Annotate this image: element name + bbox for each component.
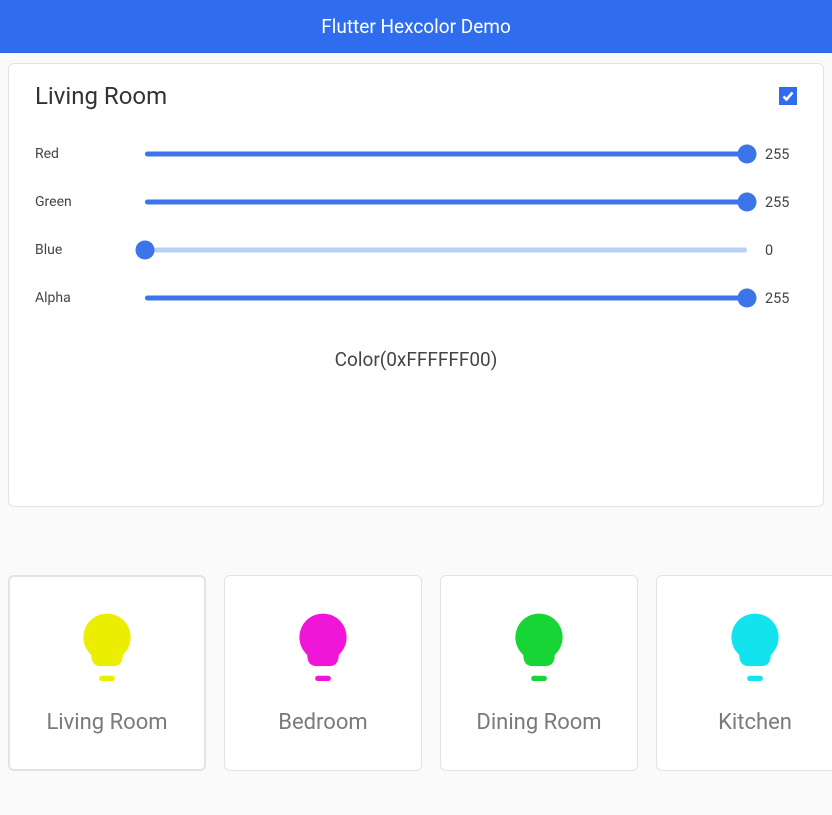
room-title: Living Room — [35, 82, 167, 110]
slider-blue[interactable] — [145, 238, 747, 262]
slider-label: Red — [35, 146, 145, 162]
app-bar: Flutter Hexcolor Demo — [0, 0, 832, 53]
room-card-living-room[interactable]: Living Room — [8, 575, 206, 771]
lightbulb-icon — [295, 611, 351, 688]
check-icon — [781, 89, 795, 103]
slider-thumb[interactable] — [738, 289, 757, 308]
lightbulb-icon — [79, 611, 135, 688]
slider-green[interactable] — [145, 190, 747, 214]
slider-row-green: Green 255 — [35, 178, 797, 226]
room-card-label: Bedroom — [278, 710, 367, 735]
room-card-dining-room[interactable]: Dining Room — [440, 575, 638, 771]
slider-track-fill — [145, 152, 747, 157]
enable-checkbox[interactable] — [779, 87, 797, 105]
slider-label: Alpha — [35, 290, 145, 306]
color-hex-readout: Color(0xFFFFFF00) — [35, 348, 797, 371]
slider-thumb[interactable] — [738, 193, 757, 212]
slider-red[interactable] — [145, 142, 747, 166]
app-title: Flutter Hexcolor Demo — [321, 15, 511, 38]
slider-row-red: Red 255 — [35, 130, 797, 178]
slider-row-blue: Blue 0 — [35, 226, 797, 274]
slider-track-fill — [145, 296, 747, 301]
room-card-bedroom[interactable]: Bedroom — [224, 575, 422, 771]
slider-track-fill — [145, 200, 747, 205]
room-strip: Living Room Bedroom Dining Room Kitchen — [0, 507, 832, 771]
slider-label: Green — [35, 194, 145, 210]
room-card-kitchen[interactable]: Kitchen — [656, 575, 832, 771]
slider-thumb[interactable] — [136, 241, 155, 260]
card-header: Living Room — [35, 82, 797, 110]
slider-alpha[interactable] — [145, 286, 747, 310]
slider-value: 0 — [747, 242, 797, 259]
slider-label: Blue — [35, 242, 145, 258]
room-card-label: Living Room — [46, 710, 167, 735]
slider-thumb[interactable] — [738, 145, 757, 164]
editor-card: Living Room Red 255 Green 255 Blue 0 — [8, 63, 824, 507]
room-card-label: Dining Room — [476, 710, 601, 735]
slider-row-alpha: Alpha 255 — [35, 274, 797, 322]
lightbulb-icon — [511, 611, 567, 688]
lightbulb-icon — [727, 611, 783, 688]
room-card-label: Kitchen — [718, 710, 792, 735]
slider-track-bg — [145, 248, 747, 253]
